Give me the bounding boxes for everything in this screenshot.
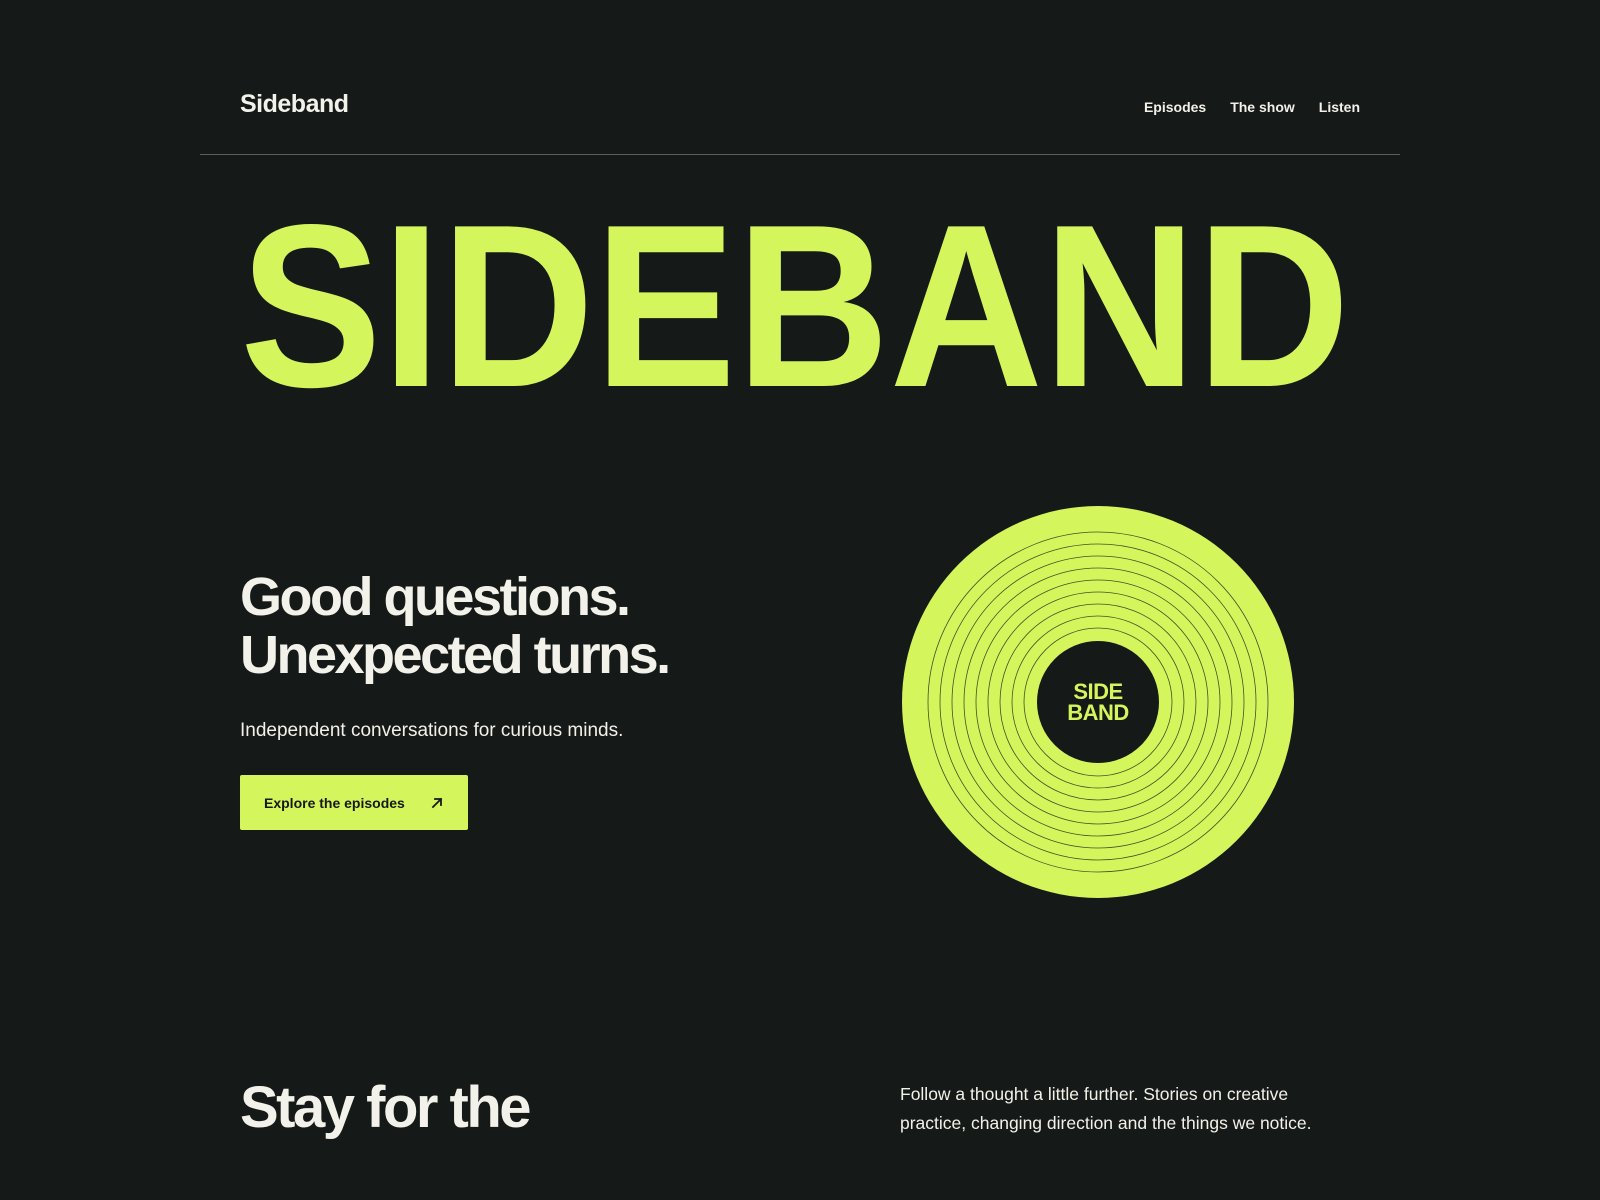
- arrow-up-right-icon: [431, 797, 443, 808]
- hero-wordmark-text: SIDEBAND: [240, 206, 1350, 396]
- nav-link-listen[interactable]: Listen: [1319, 99, 1360, 115]
- record-label-line-1: SIDE: [1073, 679, 1123, 704]
- site-header: Sideband Episodes The show Listen: [200, 0, 1400, 155]
- record-center-label: SIDE BAND: [902, 506, 1294, 898]
- hero-subtitle: Independent conversations for curious mi…: [240, 720, 624, 741]
- nav-link-the-show[interactable]: The show: [1230, 99, 1295, 115]
- hero-wordmark: SIDEBAND: [240, 206, 1350, 396]
- record-label-line-2: BAND: [1067, 700, 1129, 725]
- main-nav: Episodes The show Listen: [1144, 99, 1360, 115]
- hero-headline: Good questions. Unexpected turns.: [240, 567, 671, 685]
- headline-line-2: Unexpected turns.: [240, 625, 671, 685]
- site-logo[interactable]: Sideband: [240, 90, 349, 119]
- headline-line-1: Good questions.: [240, 567, 631, 627]
- section-description: Follow a thought a little further. Stori…: [900, 1084, 1312, 1133]
- explore-episodes-button[interactable]: Explore the episodes: [240, 775, 468, 830]
- explore-episodes-label: Explore the episodes: [264, 794, 405, 811]
- vinyl-record: SIDE BAND: [902, 506, 1294, 898]
- section-heading: Stay for the: [240, 1075, 532, 1140]
- nav-link-episodes[interactable]: Episodes: [1144, 99, 1206, 115]
